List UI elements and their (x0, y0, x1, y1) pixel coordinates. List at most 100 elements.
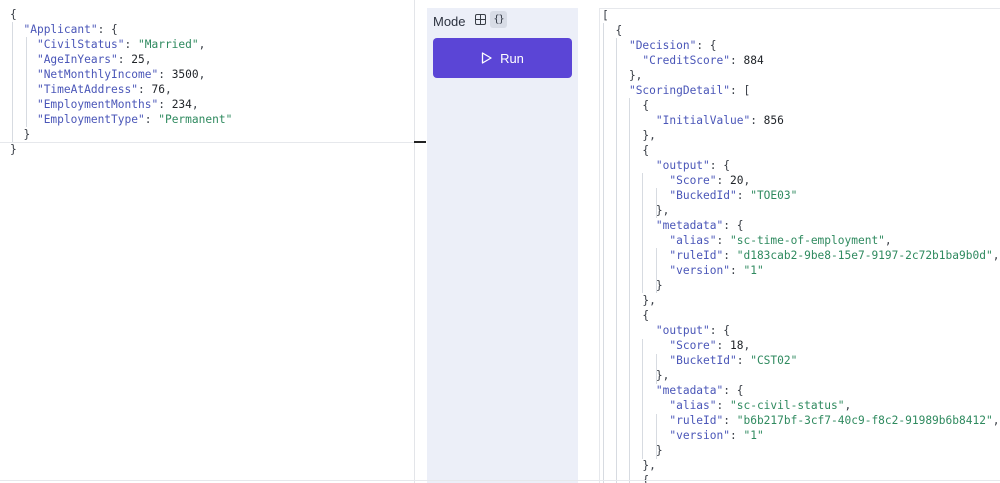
json-punct (602, 219, 656, 232)
json-key: "BuckedId" (669, 189, 737, 202)
json-punct: } (10, 128, 31, 141)
json-key: "version" (669, 429, 730, 442)
json-key: "NetMonthlyIncome" (36, 68, 159, 81)
json-punct: }, (602, 459, 656, 472)
code-line: } (602, 443, 999, 458)
json-punct: : { (723, 384, 744, 397)
json-punct: : (716, 234, 730, 247)
json-punct (602, 114, 656, 127)
json-key: "Score" (669, 174, 717, 187)
json-punct: , (743, 339, 751, 352)
output-code[interactable]: [ { "Decision": { "CreditScore": 884 }, … (602, 9, 999, 483)
json-punct: : (729, 264, 744, 277)
code-line: }, (602, 203, 999, 218)
input-code[interactable]: { "Applicant": { "CivilStatus": "Married… (10, 7, 232, 157)
json-key: "Score" (669, 339, 717, 352)
code-line: "ruleId": "d183cab2-9be8-15e7-9197-2c72b… (602, 248, 999, 263)
code-line: [ (602, 9, 999, 23)
table-mode-button[interactable] (472, 11, 489, 28)
input-json-editor[interactable]: { "Applicant": { "CivilStatus": "Married… (0, 0, 426, 483)
json-punct (602, 174, 669, 187)
editor-divider (414, 0, 415, 483)
resize-handle[interactable] (414, 141, 426, 143)
json-key: "version" (669, 264, 730, 277)
code-line: { (602, 473, 999, 483)
json-number: 234 (171, 98, 192, 111)
json-punct (602, 189, 669, 202)
json-key: "CreditScore" (642, 54, 730, 67)
json-punct: { (602, 24, 623, 37)
play-icon (481, 52, 492, 64)
code-line: "AgeInYears": 25, (10, 52, 232, 67)
active-line-highlight (0, 142, 415, 143)
json-string: "CST02" (750, 354, 798, 367)
json-punct (10, 98, 37, 111)
code-line: "output": { (602, 158, 999, 173)
code-line: }, (602, 368, 999, 383)
json-string: "Married" (138, 38, 199, 51)
json-punct (602, 84, 629, 97)
json-punct: }, (602, 204, 670, 217)
json-punct (10, 38, 37, 51)
json-key: "EmploymentMonths" (36, 98, 159, 111)
json-number: 856 (763, 114, 784, 127)
json-key: "EmploymentType" (36, 113, 145, 126)
json-punct: { (602, 474, 650, 483)
json-string: "1" (743, 429, 764, 442)
code-line: "ScoringDetail": [ (602, 83, 999, 98)
run-button[interactable]: Run (433, 38, 572, 78)
json-key: "Applicant" (23, 23, 98, 36)
json-punct: : { (709, 159, 730, 172)
json-punct: , (198, 38, 206, 51)
json-string: "sc-civil-status" (730, 399, 845, 412)
code-line: { (602, 143, 999, 158)
json-key: "Decision" (628, 39, 697, 52)
json-punct: : (138, 83, 152, 96)
json-key: "output" (655, 159, 710, 172)
json-punct: } (602, 279, 663, 292)
code-line: "Score": 20, (602, 173, 999, 188)
code-line: "Applicant": { (10, 22, 232, 37)
json-punct (602, 354, 669, 367)
code-line: "alias": "sc-civil-status", (602, 398, 999, 413)
json-punct: : { (709, 324, 730, 337)
json-punct: : (736, 354, 751, 367)
json-punct: { (602, 99, 650, 112)
code-line: "Score": 18, (602, 338, 999, 353)
json-key: "TimeAtAddress" (36, 83, 138, 96)
code-line: "NetMonthlyIncome": 3500, (10, 67, 232, 82)
code-line: "output": { (602, 323, 999, 338)
code-line: "CivilStatus": "Married", (10, 37, 232, 52)
json-mode-button[interactable]: {} (490, 11, 507, 28)
json-punct: , (743, 174, 751, 187)
code-line: } (10, 142, 232, 157)
json-punct (602, 324, 656, 337)
code-line: "BucketId": "CST02" (602, 353, 999, 368)
output-json-viewer[interactable]: [ { "Decision": { "CreditScore": 884 }, … (599, 8, 1000, 483)
json-punct: : { (696, 39, 717, 52)
json-punct: }, (602, 129, 656, 142)
code-line: { (602, 98, 999, 113)
code-line: "version": "1" (602, 263, 999, 278)
json-number: 18 (730, 339, 744, 352)
json-punct (10, 23, 23, 36)
code-line: "CreditScore": 884 (602, 53, 999, 68)
json-punct: }, (602, 369, 670, 382)
bottom-border (0, 480, 1000, 481)
json-punct: : (716, 339, 730, 352)
json-punct (602, 399, 669, 412)
code-line: "ruleId": "b6b217bf-3cf7-40c9-f8c2-91989… (602, 413, 999, 428)
json-punct: : (144, 113, 159, 126)
json-number: 20 (730, 174, 744, 187)
code-line: }, (602, 128, 999, 143)
json-punct: } (10, 143, 17, 156)
code-line: { (10, 7, 232, 22)
json-punct: : [ (730, 84, 751, 97)
code-line: "metadata": { (602, 383, 999, 398)
code-line: "InitialValue": 856 (602, 113, 999, 128)
json-punct: : (729, 54, 744, 67)
json-key: "metadata" (655, 219, 724, 232)
json-string: "TOE03" (750, 189, 798, 202)
json-key: "ruleId" (669, 249, 724, 262)
code-line: "Decision": { (602, 38, 999, 53)
